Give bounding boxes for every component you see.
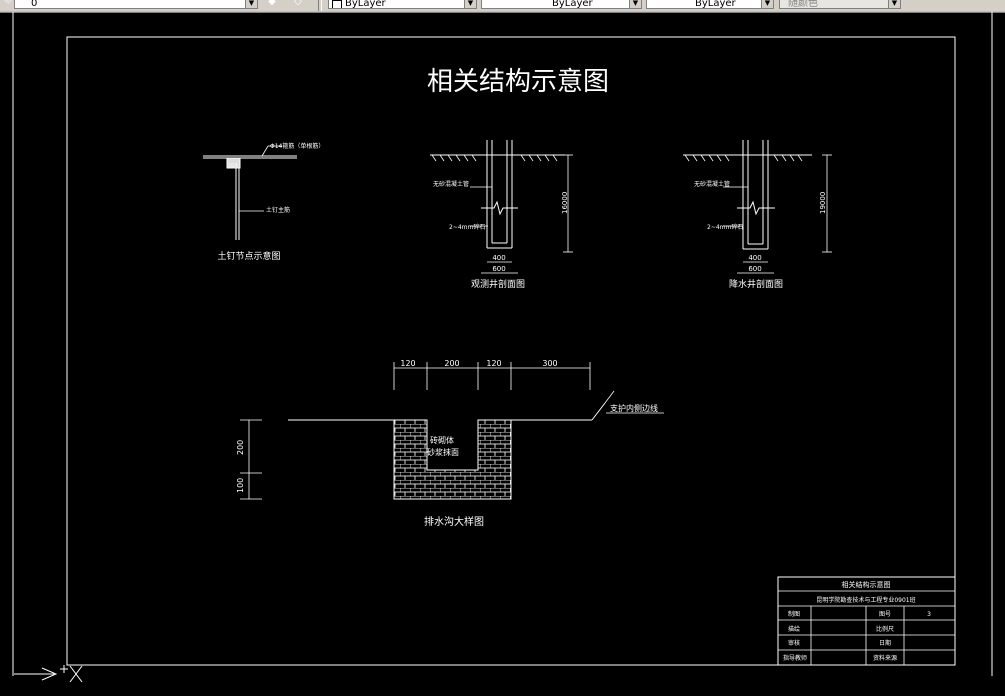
tb-value: 3 bbox=[927, 611, 931, 618]
ditch-dim-4: 300 bbox=[542, 359, 557, 368]
dew-dim-outer: 600 bbox=[748, 265, 761, 273]
tb-label: 审核 bbox=[788, 639, 800, 647]
drainage-ditch-detail: 120 200 120 300 支护内侧边线 砖砌体 砂浆抹面 200 100 … bbox=[236, 359, 664, 528]
crosshair-cursor-icon bbox=[60, 665, 68, 673]
obs-label-pipe: 无砂混凝土管 bbox=[433, 180, 469, 188]
dew-label-pipe: 无砂混凝土管 bbox=[694, 180, 730, 188]
observation-well-section: 无砂混凝土管 2~4mm碎石 16000 400 600 观测井剖面图 bbox=[430, 140, 573, 290]
ditch-dim-3: 120 bbox=[486, 359, 501, 368]
dew-dim-inner: 400 bbox=[748, 254, 761, 262]
dew-caption: 降水井剖面图 bbox=[729, 278, 783, 290]
drawing-frame bbox=[66, 36, 956, 666]
obs-label-stone: 2~4mm碎石 bbox=[449, 223, 485, 231]
ditch-dim-1: 120 bbox=[400, 359, 415, 368]
tb-label: 指导教师 bbox=[783, 654, 807, 662]
obs-depth-dim: 16000 bbox=[561, 192, 569, 214]
obs-dim-inner: 400 bbox=[492, 254, 505, 262]
obs-caption: 观测井剖面图 bbox=[471, 278, 525, 290]
drawing-title: 相关结构示意图 bbox=[427, 67, 609, 97]
tb-label: 比例尺 bbox=[876, 625, 894, 633]
ucs-icon bbox=[14, 665, 83, 683]
ditch-dim-left-2: 100 bbox=[236, 478, 245, 493]
nail-label-dim: 104 bbox=[228, 163, 238, 169]
nail-caption: 土钉节点示意图 bbox=[217, 250, 280, 262]
title-block: 相关结构示意图 昆明学院勘查技术与工程专业0901班 制图 图号 3 描绘 比例… bbox=[777, 576, 956, 666]
nail-detail: Φ14箍筋（单根筋） 104 土钉主筋 土钉节点示意图 bbox=[203, 142, 324, 262]
ditch-caption: 排水沟大样图 bbox=[424, 515, 484, 528]
ditch-label-edge: 支护内侧边线 bbox=[610, 403, 658, 413]
drawing-canvas[interactable]: 相关结构示意图 Φ14箍筋（单根筋） 104 土钉主筋 土钉节点示意图 无砂混凝… bbox=[0, 0, 1005, 696]
ditch-label-material-1: 砖砌体 bbox=[430, 435, 454, 445]
dewatering-well-section: 无砂混凝土管 2~4mm碎石 19000 400 600 降水井剖面图 bbox=[683, 140, 832, 290]
tb-label: 制图 bbox=[788, 610, 800, 618]
tb-label: 描绘 bbox=[788, 625, 800, 633]
nail-label-top: Φ14箍筋（单根筋） bbox=[270, 142, 324, 150]
dew-label-stone: 2~4mm碎石 bbox=[707, 223, 743, 231]
obs-dim-outer: 600 bbox=[492, 265, 505, 273]
ditch-label-material-2: 砂浆抹面 bbox=[427, 447, 459, 457]
ditch-dim-left-1: 200 bbox=[236, 440, 245, 455]
nail-label-side: 土钉主筋 bbox=[266, 206, 290, 214]
tb-label: 资料来源 bbox=[873, 654, 897, 662]
tb-label: 图号 bbox=[879, 611, 891, 618]
tb-school: 昆明学院勘查技术与工程专业0901班 bbox=[816, 596, 915, 604]
ditch-dim-2: 200 bbox=[444, 359, 459, 368]
dew-depth-dim: 19000 bbox=[819, 192, 827, 214]
tb-label: 日期 bbox=[879, 639, 891, 647]
tb-title: 相关结构示意图 bbox=[842, 580, 891, 589]
